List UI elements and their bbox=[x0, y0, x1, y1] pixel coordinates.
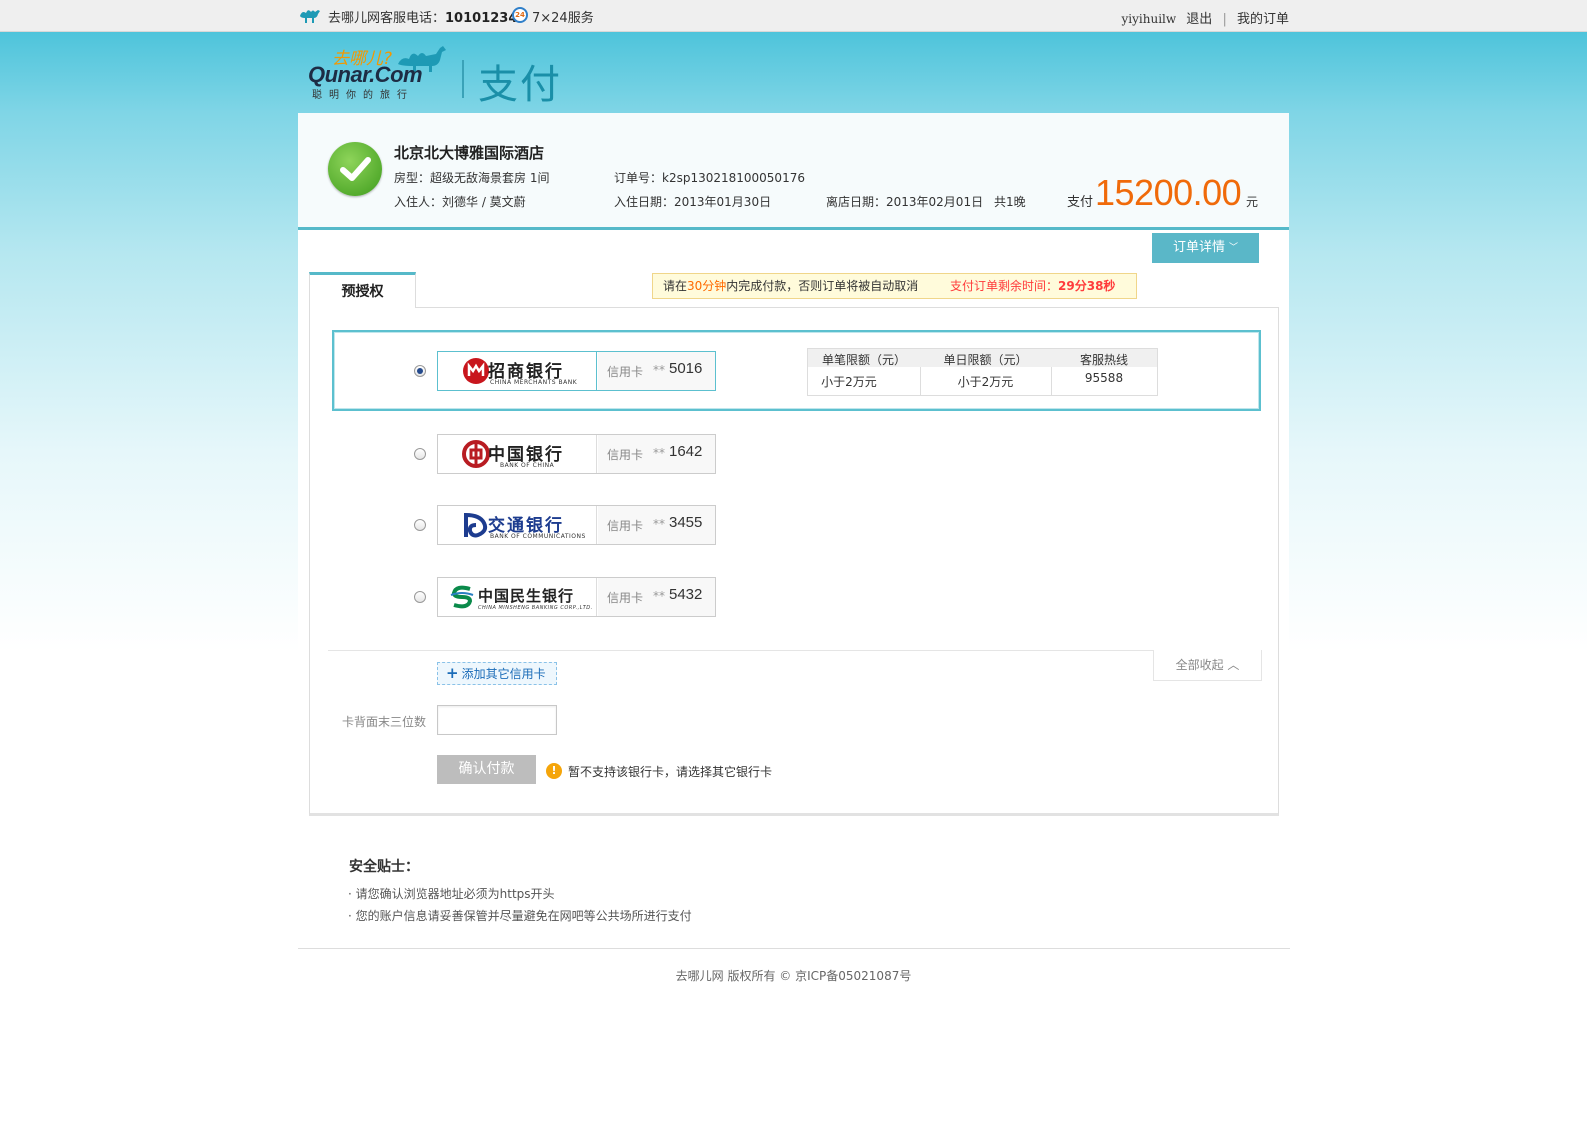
boc-logo-icon bbox=[462, 440, 490, 468]
hotel-name: 北京北大博雅国际酒店 bbox=[394, 144, 545, 162]
limits-daily-value: 小于2万元 bbox=[957, 375, 1014, 389]
bank-logo: 中国银行 BANK OF CHINA bbox=[438, 435, 597, 473]
add-card-label: 添加其它信用卡 bbox=[461, 667, 546, 681]
card-last4: 5432 bbox=[669, 586, 703, 603]
card-type: 信用卡 bbox=[607, 365, 644, 379]
bank-name-en: BANK OF CHINA bbox=[500, 462, 555, 469]
security-tip: · 请您确认浏览器地址必须为https开头 bbox=[348, 887, 555, 901]
cmbc-logo-icon bbox=[450, 585, 474, 609]
cvv-input[interactable] bbox=[437, 705, 557, 735]
payment-deadline-notice: 请在30分钟内完成付款，否则订单将被自动取消 支付订单剩余时间：29分38秒 bbox=[652, 273, 1137, 299]
username[interactable]: yiyihuilw bbox=[1122, 12, 1177, 26]
card-mask: ** bbox=[653, 517, 665, 531]
checkout-date: 离店日期：2013年02月01日 bbox=[826, 195, 984, 209]
bank-card-boc[interactable]: 中国银行 BANK OF CHINA 信用卡 ** 1642 bbox=[437, 434, 716, 474]
add-card-button[interactable]: + 添加其它信用卡 bbox=[437, 662, 557, 685]
hotline-number: 10101234 bbox=[445, 11, 518, 26]
collapse-label: 全部收起 bbox=[1175, 658, 1224, 672]
limits-header-hotline: 客服热线 bbox=[1079, 353, 1128, 367]
bank-name-en: BANK OF COMMUNICATIONS bbox=[490, 533, 586, 540]
service-24h-icon: 24 bbox=[512, 7, 528, 23]
radio-bank-cmb[interactable] bbox=[414, 365, 426, 377]
limits-hotline-value: 95588 bbox=[1084, 371, 1124, 385]
guests: 入住人：刘德华 / 莫文蔚 bbox=[394, 195, 526, 209]
card-meta: 信用卡 ** 5016 bbox=[598, 352, 715, 390]
radio-bank-cmbc[interactable] bbox=[414, 591, 426, 603]
card-meta: 信用卡 ** 5432 bbox=[598, 578, 715, 616]
bank-name-en: CHINA MINSHENG BANKING CORP.,LTD. bbox=[478, 605, 593, 611]
chevron-down-icon: ﹀ bbox=[1229, 243, 1239, 253]
success-check-icon bbox=[328, 142, 382, 196]
limits-header-daily: 单日限额（元） bbox=[943, 353, 1028, 367]
notice-time-limit: 30分钟 bbox=[687, 279, 727, 293]
confirm-pay-button[interactable]: 确认付款 bbox=[437, 755, 536, 784]
card-mask: ** bbox=[653, 363, 665, 377]
order-detail-button[interactable]: 订单详情 ﹀ bbox=[1152, 233, 1259, 263]
security-tips-title: 安全贴士： bbox=[349, 859, 419, 875]
card-last4: 5016 bbox=[669, 360, 703, 377]
bank-card-cmb[interactable]: 招商银行 CHINA MERCHANTS BANK 信用卡 ** 5016 bbox=[437, 351, 716, 391]
bank-card-bocom[interactable]: 交通银行 BANK OF COMMUNICATIONS 信用卡 ** 3455 bbox=[437, 505, 716, 545]
my-orders-link[interactable]: 我的订单 bbox=[1237, 12, 1289, 27]
radio-bank-bocom[interactable] bbox=[414, 519, 426, 531]
order-detail-label: 订单详情 bbox=[1172, 240, 1225, 255]
chevron-up-icon: ︿ bbox=[1227, 658, 1240, 672]
logo-slogan: 聪明你的旅行 bbox=[312, 90, 414, 101]
divider bbox=[328, 650, 1261, 651]
tab-preauth[interactable]: 预授权 bbox=[309, 272, 416, 308]
logo-divider bbox=[462, 60, 464, 98]
pay-amount: 15200.00 bbox=[1095, 172, 1242, 213]
card-type: 信用卡 bbox=[607, 448, 644, 462]
card-meta: 信用卡 ** 1642 bbox=[598, 435, 715, 473]
product-title: 支付 bbox=[478, 62, 562, 108]
card-mask: ** bbox=[653, 589, 665, 603]
countdown-label: 支付订单剩余时间： bbox=[950, 279, 1059, 293]
logout-link[interactable]: 退出 bbox=[1186, 12, 1212, 27]
nights: 共1晚 bbox=[994, 195, 1026, 209]
warning-info-icon: ! bbox=[546, 763, 562, 779]
countdown-value: 29分38秒 bbox=[1058, 279, 1116, 293]
card-last4: 1642 bbox=[669, 443, 703, 460]
bank-logo: 招商银行 CHINA MERCHANTS BANK bbox=[438, 352, 597, 390]
top-bar bbox=[0, 0, 1587, 32]
footer-copyright: 去哪儿网 版权所有 © 京ICP备05021087号 bbox=[675, 969, 912, 983]
bank-logo: 中国民生银行 CHINA MINSHENG BANKING CORP.,LTD. bbox=[438, 578, 597, 616]
room-type: 房型：超级无敌海景套房 1间 bbox=[394, 171, 550, 185]
order-number: 订单号：k2sp130218100050176 bbox=[614, 171, 805, 185]
hotline-label: 去哪儿网客服电话： bbox=[328, 11, 446, 26]
pay-label: 支付 bbox=[1067, 195, 1094, 210]
notice-suffix: 内完成付款，否则订单将被自动取消 bbox=[726, 279, 919, 293]
limits-header-single: 单笔限额（元） bbox=[821, 353, 906, 367]
card-last4: 3455 bbox=[669, 514, 703, 531]
unsupported-card-message: 暂不支持该银行卡，请选择其它银行卡 bbox=[568, 765, 773, 779]
card-type: 信用卡 bbox=[607, 519, 644, 533]
camel-icon bbox=[300, 10, 320, 23]
bank-card-cmbc[interactable]: 中国民生银行 CHINA MINSHENG BANKING CORP.,LTD.… bbox=[437, 577, 716, 617]
logo-brand[interactable]: Qunar.Com bbox=[308, 62, 423, 88]
card-type: 信用卡 bbox=[607, 591, 644, 605]
link-divider: | bbox=[1222, 12, 1227, 27]
notice-prefix: 请在 bbox=[663, 279, 688, 293]
bank-name-en: CHINA MERCHANTS BANK bbox=[490, 379, 578, 386]
hotline: 去哪儿网客服电话：10101234 bbox=[328, 7, 517, 26]
cmb-logo-icon bbox=[463, 358, 489, 384]
limits-table: 单笔限额（元） 单日限额（元） 客服热线 小于2万元 小于2万元 95588 bbox=[807, 348, 1158, 396]
pay-unit: 元 bbox=[1246, 195, 1259, 209]
top-links: yiyihuilw 退出 | 我的订单 bbox=[1122, 8, 1289, 27]
service-hours: 7×24服务 bbox=[532, 11, 594, 26]
limits-single-value: 小于2万元 bbox=[821, 375, 877, 389]
collapse-all-button[interactable]: 全部收起 ︿ bbox=[1153, 650, 1262, 681]
bank-name: 中国民生银行 bbox=[478, 587, 575, 605]
bocom-logo-icon bbox=[464, 512, 488, 538]
card-mask: ** bbox=[653, 446, 665, 460]
cvv-label: 卡背面末三位数 bbox=[342, 715, 427, 729]
footer-divider bbox=[298, 948, 1290, 949]
bank-logo: 交通银行 BANK OF COMMUNICATIONS bbox=[438, 506, 597, 544]
security-tip: · 您的账户信息请妥善保管并尽量避免在网吧等公共场所进行支付 bbox=[348, 909, 692, 923]
radio-bank-boc[interactable] bbox=[414, 448, 426, 460]
card-meta: 信用卡 ** 3455 bbox=[598, 506, 715, 544]
checkin-date: 入住日期：2013年01月30日 bbox=[614, 195, 772, 209]
plus-icon: + bbox=[446, 664, 459, 682]
tab-line bbox=[309, 307, 1279, 308]
